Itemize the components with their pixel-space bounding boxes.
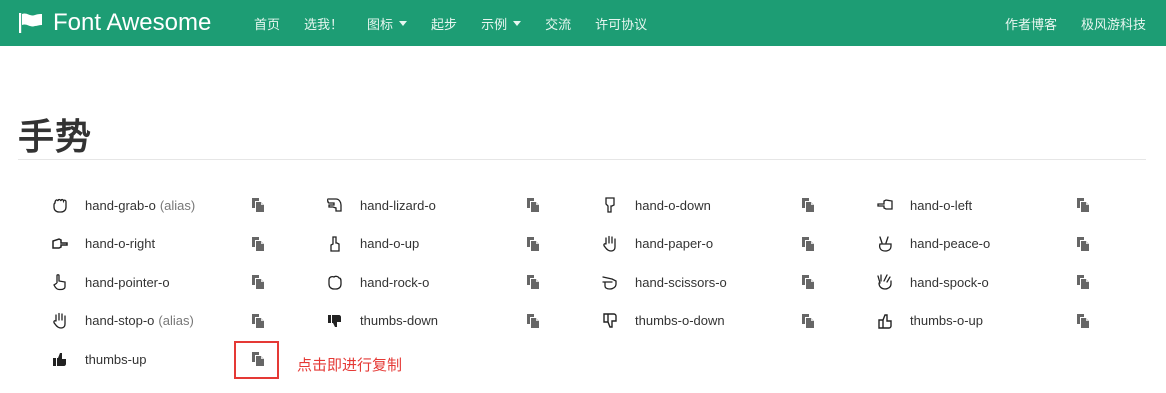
icon-name: hand-scissors-o	[635, 274, 727, 290]
icon-item-thumbs-up[interactable]: thumbs-up	[48, 340, 339, 379]
hand-scissors-o-icon	[598, 272, 622, 292]
title-divider	[18, 159, 1146, 160]
copy-icon[interactable]	[525, 236, 541, 252]
copy-icon[interactable]	[1075, 236, 1091, 252]
nav-item-company[interactable]: 极风游科技	[1069, 0, 1158, 46]
icon-name: hand-rock-o	[360, 274, 430, 290]
copy-icon[interactable]	[1075, 313, 1091, 329]
icon-name: thumbs-o-down	[635, 313, 725, 329]
icon-name: hand-pointer-o	[85, 274, 170, 290]
hand-rock-o-icon	[323, 272, 347, 292]
icon-name: hand-o-right	[85, 236, 156, 252]
highlight-box	[234, 341, 279, 379]
nav-item-pick-me[interactable]: 选我！	[292, 0, 355, 46]
nav-menu: 首页 选我！ 图标 起步 示例 交流 许可协议	[242, 0, 659, 46]
hand-o-up-icon	[323, 234, 347, 254]
copy-icon[interactable]	[800, 197, 816, 213]
copy-icon[interactable]	[250, 236, 266, 252]
icon-name: hand-o-left	[910, 197, 973, 213]
icon-name: hand-o-up	[360, 236, 420, 252]
caret-down-icon	[399, 20, 408, 26]
thumbs-o-up-icon	[873, 311, 897, 331]
copy-icon[interactable]	[525, 197, 541, 213]
hand-paper-o-icon	[598, 234, 622, 254]
hand-pointer-o-icon	[48, 272, 72, 292]
hand-peace-o-icon	[873, 234, 897, 254]
copy-icon[interactable]	[1075, 197, 1091, 213]
icon-item-hand-scissors-o[interactable]: hand-scissors-o	[598, 263, 873, 302]
nav-item-home[interactable]: 首页	[242, 0, 292, 46]
hand-o-down-icon	[598, 195, 622, 215]
page-title: 手势	[18, 117, 93, 158]
hand-o-right-icon	[48, 234, 72, 254]
thumbs-down-icon	[323, 311, 347, 331]
copy-icon[interactable]	[800, 274, 816, 290]
icon-item-hand-rock-o[interactable]: hand-rock-o	[323, 263, 598, 302]
icon-item-hand-o-up[interactable]: hand-o-up	[323, 225, 598, 264]
icon-name: thumbs-o-up	[910, 313, 983, 329]
copy-icon[interactable]	[525, 313, 541, 329]
icon-item-hand-peace-o[interactable]: hand-peace-o	[873, 225, 1148, 264]
nav-item-community[interactable]: 交流	[533, 0, 583, 46]
nav-item-license[interactable]: 许可协议	[583, 0, 659, 46]
icon-row: hand-stop-o (alias) thumbs-down thumbs-o-…	[48, 302, 1148, 341]
icon-row: thumbs-up	[48, 340, 1148, 379]
flag-icon	[19, 13, 42, 33]
copy-icon[interactable]	[800, 236, 816, 252]
hand-stop-o-icon	[48, 311, 72, 331]
icon-item-thumbs-down[interactable]: thumbs-down	[323, 302, 598, 341]
copy-icon[interactable]	[250, 274, 266, 290]
nav-item-get-started[interactable]: 起步	[419, 0, 469, 46]
hand-o-left-icon	[873, 195, 897, 215]
icon-name: hand-lizard-o	[360, 197, 436, 213]
nav-right-menu: 作者博客 极风游科技	[993, 0, 1158, 46]
icon-item-hand-lizard-o[interactable]: hand-lizard-o	[323, 186, 598, 225]
copy-icon[interactable]	[250, 313, 266, 329]
brand-link[interactable]: Font Awesome	[18, 0, 211, 46]
icon-row: hand-grab-o (alias) hand-lizard-o hand-o-…	[48, 186, 1148, 225]
icon-item-hand-o-right[interactable]: hand-o-right	[48, 225, 323, 264]
icon-item-thumbs-o-down[interactable]: thumbs-o-down	[598, 302, 873, 341]
icon-item-hand-o-down[interactable]: hand-o-down	[598, 186, 873, 225]
hand-grab-o-icon	[48, 195, 72, 215]
icon-name: hand-grab-o	[85, 197, 156, 213]
icon-name: thumbs-down	[360, 313, 439, 329]
brand-text: Font Awesome	[53, 9, 212, 36]
icon-item-hand-grab-o[interactable]: hand-grab-o (alias)	[48, 186, 323, 225]
caret-down-icon	[513, 20, 522, 26]
copy-icon[interactable]	[525, 274, 541, 290]
icon-row: hand-pointer-o hand-rock-o hand-scissors…	[48, 263, 1148, 302]
icon-alias: (alias)	[158, 313, 194, 329]
icon-name: hand-spock-o	[910, 274, 989, 290]
copy-icon[interactable]	[250, 197, 266, 213]
icon-item-hand-paper-o[interactable]: hand-paper-o	[598, 225, 873, 264]
icon-grid: hand-grab-o (alias) hand-lizard-o hand-o-…	[48, 186, 1148, 379]
top-navbar: Font Awesome 首页 选我！ 图标 起步 示例 交流 许可协议 作者博…	[0, 0, 1166, 46]
icon-name: thumbs-up	[85, 351, 147, 367]
icon-item-hand-pointer-o[interactable]: hand-pointer-o	[48, 263, 323, 302]
thumbs-o-down-icon	[598, 311, 622, 331]
icon-item-thumbs-o-up[interactable]: thumbs-o-up	[873, 302, 1148, 341]
thumbs-up-icon	[48, 349, 72, 369]
icon-item-hand-stop-o[interactable]: hand-stop-o (alias)	[48, 302, 323, 341]
icon-name: hand-peace-o	[910, 236, 991, 252]
hand-lizard-o-icon	[323, 195, 347, 215]
nav-item-author-blog[interactable]: 作者博客	[993, 0, 1069, 46]
nav-item-icons-dropdown[interactable]: 图标	[355, 0, 419, 46]
icon-name: hand-o-down	[635, 197, 711, 213]
annotation-text: 点击即进行复制	[297, 356, 403, 374]
copy-icon[interactable]	[1075, 274, 1091, 290]
hand-spock-o-icon	[873, 272, 897, 292]
icon-name: hand-stop-o	[85, 313, 155, 329]
icon-row: hand-o-right hand-o-up hand-paper-o hand…	[48, 225, 1148, 264]
nav-item-examples-dropdown[interactable]: 示例	[469, 0, 533, 46]
copy-icon[interactable]	[800, 313, 816, 329]
icon-alias: (alias)	[159, 197, 196, 213]
icon-name: hand-paper-o	[635, 236, 714, 252]
icon-item-hand-spock-o[interactable]: hand-spock-o	[873, 263, 1148, 302]
icon-item-hand-o-left[interactable]: hand-o-left	[873, 186, 1148, 225]
